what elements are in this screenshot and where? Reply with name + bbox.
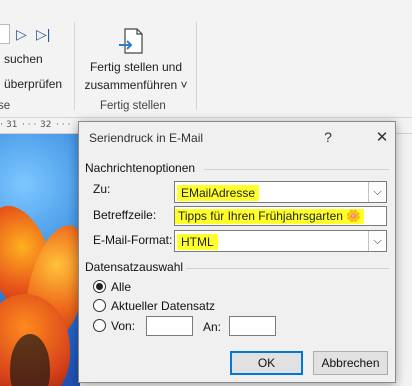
section-divider — [186, 268, 389, 269]
records-heading: Datensatzauswahl — [85, 260, 184, 274]
document-tulip-image — [0, 134, 80, 386]
radio-all-label[interactable]: Alle — [111, 280, 131, 294]
radio-range[interactable] — [93, 319, 106, 332]
last-record-icon[interactable]: ▷| — [36, 24, 50, 44]
format-value: HTML — [177, 234, 218, 250]
radio-current-record[interactable] — [93, 299, 106, 312]
ribbon-separator — [74, 22, 75, 110]
chevron-down-icon[interactable]: ⌵ — [368, 231, 386, 251]
finish-button-line1: Fertig stellen und — [89, 60, 183, 74]
radio-all[interactable] — [93, 280, 106, 293]
finish-button-line2: zusammenführen ˅ — [84, 78, 188, 92]
to-combobox[interactable]: EMailAdresse ⌵ — [174, 181, 387, 203]
ribbon-record-input[interactable] — [0, 24, 10, 44]
mail-merge-dialog: Seriendruck in E-Mail ? ✕ Nachrichtenopt… — [78, 121, 396, 383]
from-label[interactable]: Von: — [111, 319, 135, 333]
to-value: EMailAdresse — [177, 185, 260, 201]
finish-and-merge-button[interactable]: Fertig stellen und zusammenführen ˅ — [82, 58, 190, 94]
cancel-button[interactable]: Abbrechen — [313, 351, 388, 375]
finish-and-merge-icon — [119, 28, 143, 54]
ribbon-search-label[interactable]: suchen — [4, 52, 43, 66]
format-combobox[interactable]: HTML ⌵ — [174, 230, 387, 252]
from-input[interactable] — [146, 316, 193, 336]
dialog-title: Seriendruck in E-Mail — [89, 131, 204, 145]
ruler-mark-31: 31 — [6, 120, 18, 130]
ok-button[interactable]: OK — [230, 351, 303, 375]
to-range-label: An: — [203, 320, 222, 334]
help-icon[interactable]: ? — [321, 129, 335, 145]
subject-input[interactable]: Tipps für Ihren Frühjahrsgarten 🌼 — [174, 206, 387, 226]
chevron-down-icon[interactable]: ⌵ — [368, 182, 386, 202]
ribbon: ▷ ▷| suchen überprüfen se Fertig stellen… — [0, 0, 412, 118]
finish-group-label: Fertig stellen — [100, 100, 166, 112]
ribbon-separator-right — [196, 22, 197, 110]
to-input[interactable] — [229, 316, 276, 336]
subject-value: Tipps für Ihren Frühjahrsgarten 🌼 — [175, 209, 365, 224]
section-divider — [204, 169, 389, 170]
close-icon[interactable]: ✕ — [375, 128, 389, 146]
ribbon-check-label[interactable]: überprüfen — [4, 77, 62, 91]
to-label: Zu: — [93, 182, 111, 196]
message-options-heading: Nachrichtenoptionen — [85, 161, 196, 175]
format-label: E-Mail-Format: — [93, 233, 173, 247]
ruler-mark-32: 32 — [40, 120, 52, 130]
next-record-icon[interactable]: ▷ — [16, 24, 27, 44]
radio-current-record-label[interactable]: Aktueller Datensatz — [111, 299, 215, 313]
ribbon-group-label-left: se — [0, 100, 11, 112]
subject-label: Betreffzeile: — [93, 208, 157, 222]
